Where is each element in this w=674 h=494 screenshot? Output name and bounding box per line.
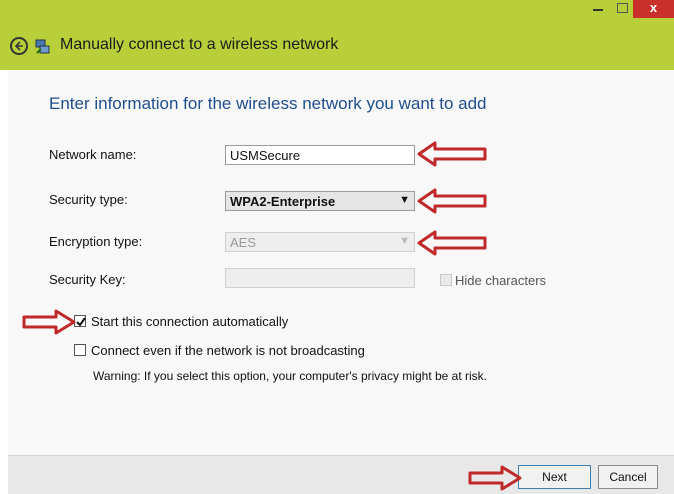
network-icon (34, 37, 52, 60)
privacy-warning: Warning: If you select this option, your… (93, 369, 488, 383)
back-arrow-icon[interactable] (10, 37, 28, 55)
annotation-arrow-next (468, 465, 522, 491)
security-type-value: WPA2-Enterprise (230, 194, 336, 209)
start-automatically-label: Start this connection automatically (91, 314, 289, 329)
content-area (8, 70, 674, 455)
security-key-field (225, 268, 415, 288)
encryption-type-select: AES ▼ (225, 232, 415, 252)
maximize-button[interactable] (614, 0, 630, 18)
chevron-down-icon: ▼ (399, 235, 410, 247)
next-button[interactable]: Next (518, 465, 591, 489)
cancel-button[interactable]: Cancel (598, 465, 658, 489)
annotation-arrow-network-name (417, 141, 487, 167)
network-name-field[interactable]: USMSecure (225, 145, 415, 165)
annotation-arrow-security-type (417, 188, 487, 214)
network-name-label: Network name: (49, 147, 137, 162)
window-title: Manually connect to a wireless network (60, 36, 339, 53)
security-key-label: Security Key: (49, 272, 126, 287)
chevron-down-icon: ▼ (399, 194, 410, 206)
close-button[interactable]: x (633, 0, 674, 18)
encryption-type-value: AES (230, 235, 257, 250)
hide-characters-checkbox (440, 274, 452, 286)
security-type-select[interactable]: WPA2-Enterprise ▼ (225, 191, 415, 211)
encryption-type-label: Encryption type: (49, 234, 143, 249)
connect-not-broadcasting-checkbox[interactable] (74, 344, 86, 356)
annotation-arrow-encryption-type (417, 230, 487, 256)
hide-characters-label: Hide characters (455, 273, 547, 288)
security-type-label: Security type: (49, 192, 128, 207)
connect-not-broadcasting-label: Connect even if the network is not broad… (91, 343, 365, 358)
page-heading: Enter information for the wireless netwo… (49, 94, 487, 113)
minimize-button[interactable] (590, 0, 608, 18)
title-bar (0, 0, 674, 70)
annotation-arrow-start-automatically (22, 309, 76, 335)
